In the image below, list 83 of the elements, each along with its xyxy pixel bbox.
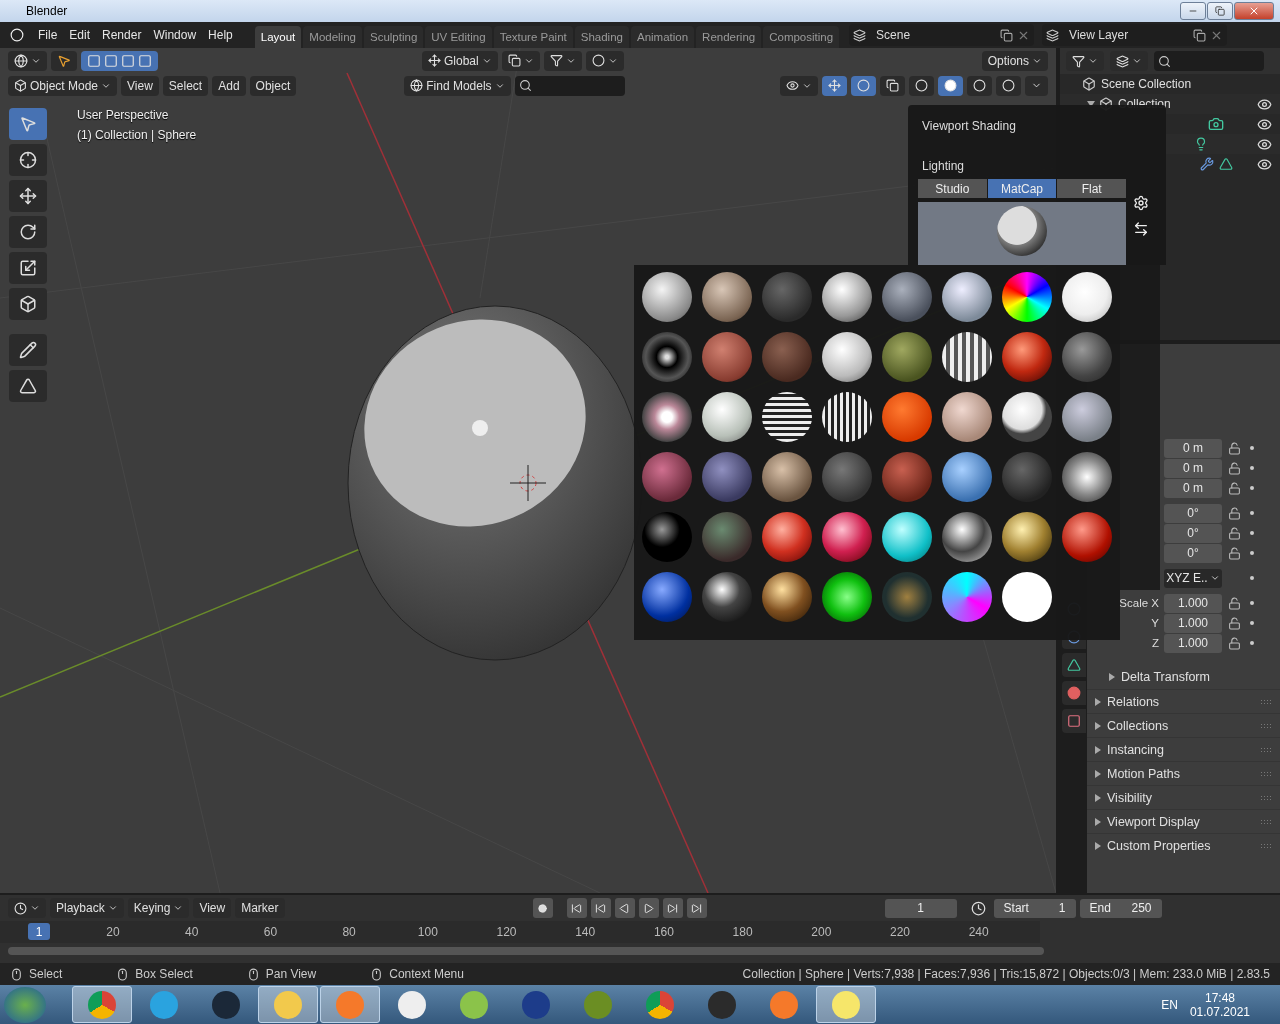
lighting-option[interactable]: MatCap	[987, 179, 1057, 198]
status-hint: Context Menu	[389, 967, 464, 981]
timeline-menu[interactable]: View	[193, 898, 232, 918]
frame-number: 20	[106, 925, 120, 939]
frame-number: 120	[496, 925, 517, 939]
timeline-menu[interactable]: Keying	[127, 898, 190, 918]
frame-number: 240	[968, 925, 989, 939]
menu-item[interactable]: File	[32, 22, 64, 48]
current-frame-field[interactable]: 1	[884, 898, 957, 918]
viewport-info-text: (1) Collection | Sphere	[77, 128, 197, 142]
subpanel-header[interactable]: Delta Transform	[1121, 670, 1280, 684]
scale-field[interactable]: 1.000	[1164, 593, 1222, 613]
workspace-tab[interactable]: Rendering	[696, 26, 762, 48]
lighting-option[interactable]: Studio	[918, 179, 987, 198]
frame-number: 60	[263, 925, 278, 939]
status-hint: Pan View	[265, 967, 317, 981]
lighting-option[interactable]: Flat	[1057, 179, 1126, 198]
status-hint: Select	[29, 967, 63, 981]
status-hint: Box Select	[135, 967, 193, 981]
panel-header[interactable]: Viewport Display	[1107, 814, 1254, 829]
workspace-tab[interactable]: Compositing	[763, 26, 840, 48]
current-frame-marker[interactable]: 1	[28, 923, 50, 940]
viewport-menu[interactable]: Add	[212, 75, 246, 96]
scale-field[interactable]: 1.000	[1164, 633, 1222, 653]
lighting-label: Lighting	[921, 158, 966, 175]
frame-number: 80	[342, 925, 356, 939]
window-title: Blender	[25, 4, 69, 18]
scene-selector[interactable]: Scene	[849, 24, 1035, 46]
viewport-menu[interactable]: Object	[249, 75, 297, 96]
viewport-menu[interactable]: View	[121, 75, 159, 96]
viewport-menu[interactable]: Select	[162, 75, 209, 96]
scale-label: Scale X	[1118, 597, 1160, 609]
scale-field[interactable]: 1.000	[1164, 613, 1222, 633]
rotation-field[interactable]: 0°	[1164, 503, 1222, 523]
panel-header[interactable]: Collections	[1107, 718, 1254, 733]
frame-number: 160	[653, 925, 674, 939]
location-field[interactable]: 0 m	[1164, 478, 1222, 498]
menu-item[interactable]: Help	[202, 22, 239, 48]
end-frame-field[interactable]: End 250	[1079, 898, 1162, 918]
frame-number: 140	[575, 925, 596, 939]
menu-item[interactable]: Render	[96, 22, 148, 48]
orientation-dropdown[interactable]: Global	[421, 50, 498, 71]
timeline-menu[interactable]: Marker	[235, 898, 285, 918]
frame-ruler[interactable]: 1 20 40 60 80 100 120 140 160 180 200 220 240	[0, 921, 1040, 943]
frame-number: 180	[732, 925, 753, 939]
view-layer-selector[interactable]: View Layer	[1042, 24, 1228, 46]
panel-header[interactable]: Custom Properties	[1107, 838, 1254, 853]
workspace-tab[interactable]: UV Editing	[425, 26, 492, 48]
outliner-item[interactable]: Scene Collection	[1101, 77, 1192, 91]
rotation-mode-dropdown[interactable]: XYZ E..	[1164, 568, 1222, 588]
workspace-tab[interactable]: Sculpting	[363, 26, 424, 48]
workspace-tab[interactable]: Texture Paint	[493, 26, 573, 48]
timeline-menu[interactable]: Playback	[50, 898, 124, 918]
scale-label: Y	[1150, 617, 1160, 629]
scene-statistics: Collection | Sphere | Verts:7,938 | Faces:7,936 | Tris:15,872 | Objects:0/3 | Mem: 233.0 MiB | 2.83.5	[742, 967, 1270, 981]
start-frame-field[interactable]: Start 1	[993, 898, 1076, 918]
frame-number: 100	[417, 925, 438, 939]
workspace-tab[interactable]: Shading	[574, 26, 629, 48]
options-dropdown[interactable]: Options	[981, 50, 1048, 71]
popover-title: Viewport Shading	[921, 118, 1017, 135]
workspace-tab[interactable]: Modeling	[303, 26, 362, 48]
language-indicator[interactable]: EN	[1161, 997, 1178, 1012]
panel-header[interactable]: Relations	[1107, 694, 1254, 709]
clock[interactable]: 17:48 01.07.2021	[1189, 990, 1250, 1019]
panel-header[interactable]: Instancing	[1107, 742, 1254, 757]
outliner-item[interactable]: Collection	[1118, 97, 1171, 111]
panel-header[interactable]: Visibility	[1107, 790, 1254, 805]
location-field[interactable]: 0 m	[1164, 458, 1222, 478]
menu-item[interactable]: Edit	[63, 22, 97, 48]
workspace-tab[interactable]: Layout	[254, 26, 302, 48]
mode-dropdown[interactable]: Object Mode	[8, 75, 118, 96]
scale-label: Z	[1150, 637, 1160, 649]
menu-item[interactable]: Window	[147, 22, 203, 48]
viewport-info-text: User Perspective	[77, 108, 170, 122]
workspace-tab[interactable]: Animation	[630, 26, 695, 48]
frame-number: 40	[185, 925, 199, 939]
find-models-dropdown[interactable]: Find Models	[404, 75, 511, 96]
frame-number: 200	[811, 925, 832, 939]
rotation-field[interactable]: 0°	[1164, 523, 1222, 543]
rotation-field[interactable]: 0°	[1164, 543, 1222, 563]
panel-header[interactable]: Motion Paths	[1107, 766, 1254, 781]
location-field[interactable]: 0 m	[1164, 438, 1222, 458]
frame-number: 220	[890, 925, 910, 939]
